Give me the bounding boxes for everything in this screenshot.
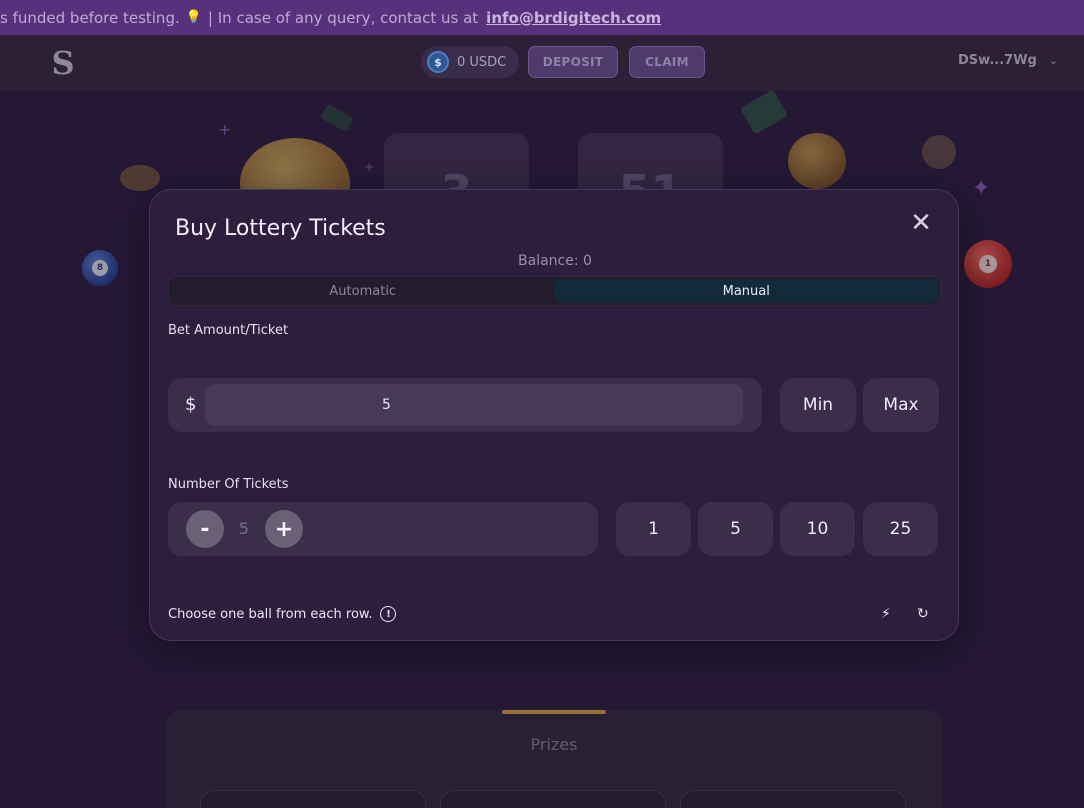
balance-text: 0 USDC (457, 54, 507, 70)
ball-hint: Choose one ball from each row. ! (168, 606, 397, 622)
bet-amount-field: $ 5 (168, 378, 762, 432)
info-icon[interactable]: ! (380, 606, 397, 622)
close-icon[interactable]: ✕ (908, 210, 934, 236)
bet-amount-input[interactable]: 5 (205, 384, 743, 426)
preset-25-button[interactable]: 25 (863, 502, 938, 556)
increment-button[interactable]: + (265, 510, 303, 548)
min-button[interactable]: Min (780, 378, 856, 432)
wallet-menu[interactable]: DSw...7Wg ⌄ (958, 53, 1058, 68)
tab-automatic[interactable]: Automatic (171, 279, 555, 303)
buy-tickets-modal: Buy Lottery Tickets ✕ Balance: 0 Automat… (149, 189, 959, 641)
banner-contact-text: | In case of any query, contact us at (207, 8, 479, 27)
preset-10-button[interactable]: 10 (780, 502, 855, 556)
preset-1-button[interactable]: 1 (616, 502, 691, 556)
currency-symbol: $ (185, 394, 197, 415)
mode-toggle: Automatic Manual (168, 276, 941, 306)
deposit-button[interactable]: DEPOSIT (528, 46, 618, 78)
usdc-icon: $ (427, 51, 449, 73)
tickets-count[interactable]: 5 (232, 519, 256, 538)
logo[interactable]: S (50, 47, 76, 79)
modal-balance: Balance: 0 (518, 253, 592, 269)
decrement-button[interactable]: - (186, 510, 224, 548)
wallet-address: DSw...7Wg (958, 53, 1037, 68)
chevron-down-icon: ⌄ (1048, 54, 1059, 67)
lightbulb-icon: 💡 (185, 10, 202, 25)
tickets-stepper: - 5 + (168, 502, 598, 556)
bet-amount-label: Bet Amount/Ticket (168, 323, 289, 338)
lightning-icon[interactable]: ⚡ (881, 606, 891, 622)
contact-email-link[interactable]: info@brdigitech.com (486, 9, 661, 27)
claim-button[interactable]: CLAIM (629, 46, 705, 78)
refresh-icon[interactable]: ↻ (917, 606, 929, 622)
tab-manual[interactable]: Manual (554, 279, 938, 303)
modal-title: Buy Lottery Tickets (175, 216, 386, 241)
preset-5-button[interactable]: 5 (698, 502, 773, 556)
wallet-balance: $ 0 USDC (421, 46, 519, 78)
banner-text: s funded before testing. (0, 8, 180, 27)
max-button[interactable]: Max (863, 378, 939, 432)
hint-text: Choose one ball from each row. (168, 606, 373, 622)
tickets-label: Number Of Tickets (168, 477, 289, 492)
header: S $ 0 USDC DEPOSIT CLAIM DSw...7Wg ⌄ (0, 35, 1084, 91)
top-banner: s funded before testing. 💡 | In case of … (0, 0, 1084, 35)
